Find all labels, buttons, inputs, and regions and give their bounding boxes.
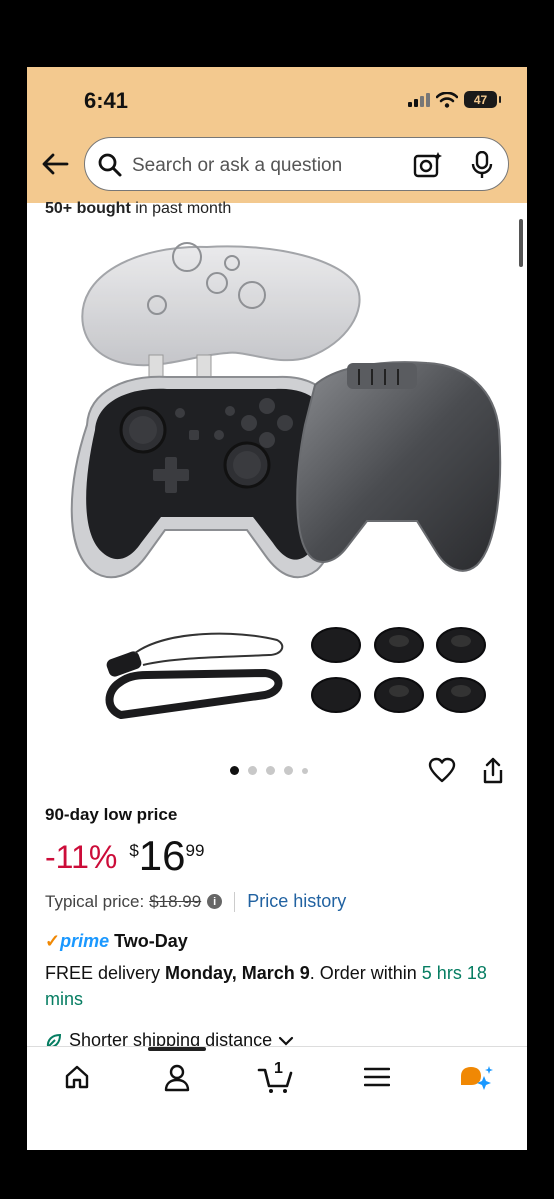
wifi-icon xyxy=(436,91,458,108)
bought-suffix: in past month xyxy=(130,200,232,217)
prime-two-day: ✓ prime Two-Day xyxy=(45,931,188,952)
price-currency: $ xyxy=(129,841,139,860)
carousel-dot[interactable] xyxy=(284,766,293,775)
image-carousel-dots[interactable] xyxy=(230,766,308,775)
heart-icon[interactable] xyxy=(428,757,456,783)
bottom-nav: 1 xyxy=(27,1046,527,1150)
cellular-signal-icon xyxy=(408,92,430,107)
home-icon[interactable] xyxy=(64,1064,90,1090)
typical-price-value: $18.99 xyxy=(149,891,202,911)
prime-check-icon: ✓ xyxy=(45,931,61,951)
cart-button[interactable]: 1 xyxy=(257,1060,297,1094)
delivery-date: Monday, March 9 xyxy=(165,963,310,983)
bought-count: 50+ bought xyxy=(45,200,131,217)
account-icon[interactable] xyxy=(164,1064,190,1092)
search-bar[interactable]: Search or ask a question xyxy=(84,137,509,191)
search-icon xyxy=(98,153,122,177)
prime-logo: prime xyxy=(60,931,110,951)
delivery-info: FREE delivery Monday, March 9. Order wit… xyxy=(45,960,505,1012)
app-header: 6:41 47 Search or ask a question xyxy=(27,67,527,203)
price-history-link[interactable]: Price history xyxy=(247,891,346,912)
search-input[interactable]: Search or ask a question xyxy=(132,155,342,177)
battery-icon: 47 xyxy=(464,91,501,108)
delivery-mid: . Order within xyxy=(309,963,422,983)
phone-screen: 6:41 47 Search or ask a question 50+ bou… xyxy=(27,67,527,1150)
share-icon[interactable] xyxy=(481,757,505,785)
rufus-icon[interactable] xyxy=(457,1064,493,1094)
typical-price-row: Typical price: $18.99 i Price history xyxy=(45,891,346,912)
back-arrow-icon[interactable] xyxy=(41,152,69,176)
price-whole: 16 xyxy=(138,832,186,879)
two-day-label: Two-Day xyxy=(114,931,188,951)
battery-level: 47 xyxy=(473,92,488,107)
status-time: 6:41 xyxy=(84,88,129,113)
divider xyxy=(234,891,236,912)
microphone-icon[interactable] xyxy=(471,151,493,179)
home-indicator xyxy=(148,1047,206,1051)
cart-count: 1 xyxy=(274,1060,283,1077)
carousel-dot[interactable] xyxy=(266,766,275,775)
price-block: -11% $ 16 99 xyxy=(45,834,204,878)
carousel-dot[interactable] xyxy=(230,766,239,775)
typical-price-label: Typical price: xyxy=(45,891,145,911)
carousel-dot[interactable] xyxy=(248,766,257,775)
price-fraction: 99 xyxy=(185,841,205,860)
product-image[interactable] xyxy=(47,225,502,765)
info-icon[interactable]: i xyxy=(207,894,223,909)
status-icons: 47 xyxy=(408,91,501,108)
discount-percent: -11% xyxy=(45,839,118,875)
deal-badge: 90-day low price xyxy=(45,805,178,824)
bought-in-past-month: 50+ bought in past month xyxy=(45,200,231,218)
delivery-prefix: FREE delivery xyxy=(45,963,166,983)
scrollbar[interactable] xyxy=(519,219,523,267)
carousel-dot[interactable] xyxy=(302,767,308,774)
chevron-down-icon xyxy=(279,1036,294,1046)
menu-icon[interactable] xyxy=(364,1067,390,1087)
camera-sparkle-icon[interactable] xyxy=(413,151,443,179)
